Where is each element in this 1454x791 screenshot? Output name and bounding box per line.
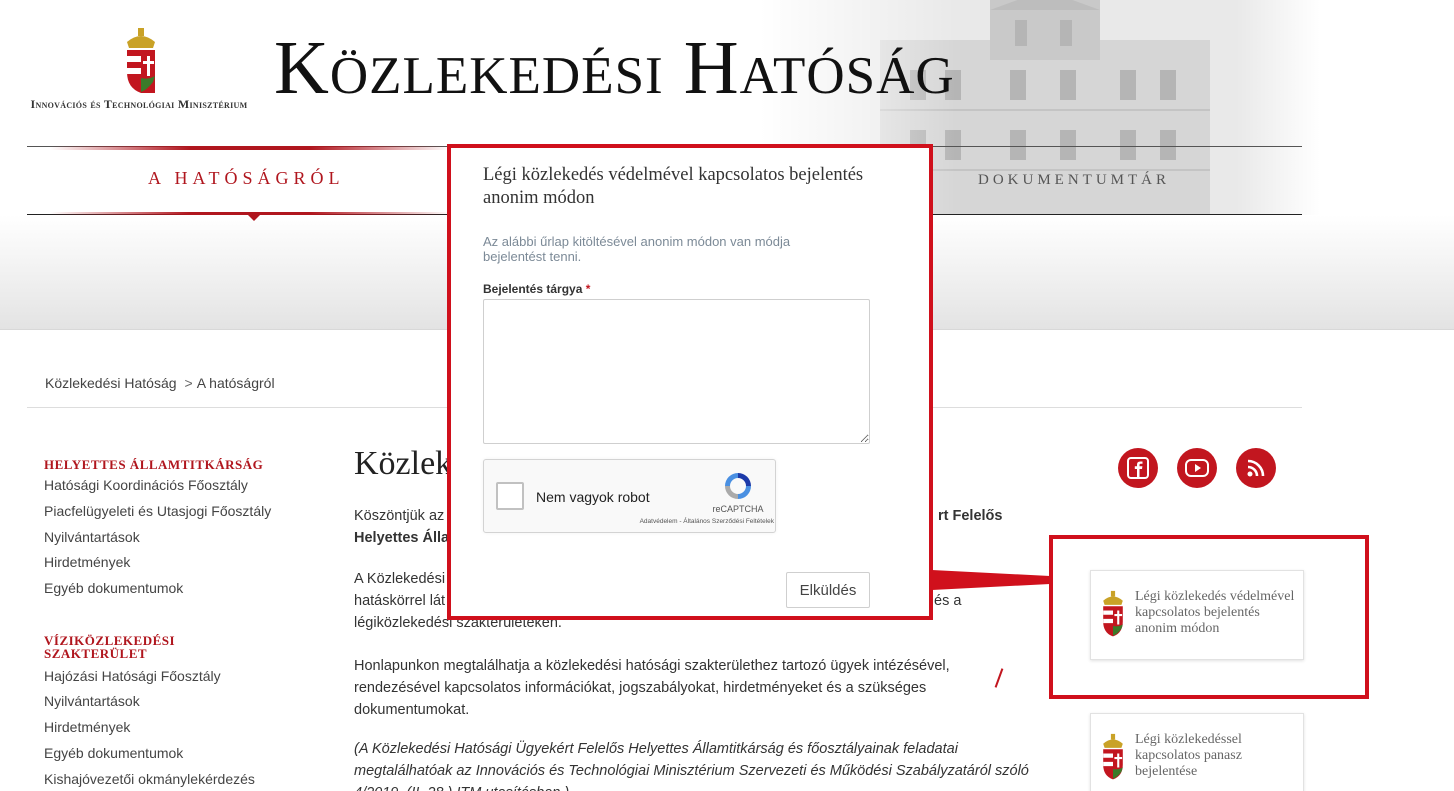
modal-title: Légi közlekedés védelmével kapcsolatos b… <box>483 165 864 208</box>
breadcrumb: Közlekedési Hatóság > A hatóságról <box>45 375 275 391</box>
intro-text: Köszöntjük az <box>354 508 445 524</box>
recaptcha-checkbox[interactable] <box>496 482 524 510</box>
facebook-icon <box>1127 457 1149 479</box>
required-marker: * <box>585 282 591 296</box>
breadcrumb-current: A hatóságról <box>196 375 275 391</box>
rss-button[interactable] <box>1236 448 1276 488</box>
card-label: Légi közlekedéssel kapcsolatos panasz be… <box>1135 732 1242 779</box>
decorative-mark <box>994 668 1004 688</box>
page-title: Közlek <box>354 445 453 482</box>
recaptcha-brand: reCAPTCHA <box>712 504 764 514</box>
recaptcha-widget: Nem vagyok robot reCAPTCHA Adatvédelem -… <box>483 459 776 533</box>
anonymous-report-modal: Légi közlekedés védelmével kapcsolatos b… <box>447 144 933 620</box>
card-label: Légi közlekedés védelmével kapcsolatos b… <box>1135 589 1295 636</box>
recaptcha-terms-links[interactable]: Adatvédelem - Általános Szerződési Felté… <box>594 518 774 525</box>
sidebar-heading-vizikozlekedesi[interactable]: VÍZIKÖZLEKEDÉSI SZAKTERÜLET <box>44 634 204 660</box>
sidebar-heading-helyettes[interactable]: HELYETTES ÁLLAMTITKÁRSÁG <box>44 458 284 471</box>
coat-of-arms-icon <box>1103 590 1123 637</box>
sidebar-link[interactable]: Egyéb dokumentumok <box>44 745 183 761</box>
body-text: és a <box>934 593 962 609</box>
nav-active-notch <box>246 213 262 221</box>
sidebar-link[interactable]: Hirdetmények <box>44 554 130 570</box>
body-text: hatáskörrel lát <box>354 593 446 609</box>
sidebar-link[interactable]: Hatósági Koordinációs Főosztály <box>44 477 248 493</box>
submit-button[interactable]: Elküldés <box>786 572 870 608</box>
nav-active-indicator-top <box>50 146 450 150</box>
sidebar-link[interactable]: Nyilvántartások <box>44 693 140 709</box>
subject-textarea[interactable] <box>483 299 870 444</box>
ministry-name: Innovációs és Technológiai Minisztérium <box>30 97 248 111</box>
coat-of-arms-icon <box>1103 733 1123 780</box>
sidebar-link[interactable]: Kishajóvezetői okmánylekérdezés <box>44 771 255 787</box>
sidebar-link[interactable]: Hirdetmények <box>44 719 130 735</box>
sidebar-link[interactable]: Hajózási Hatósági Főosztály <box>44 668 221 684</box>
subject-label-text: Bejelentés tárgya <box>483 282 583 296</box>
intro-text-bold: Helyettes Álla <box>354 530 450 546</box>
recaptcha-label: Nem vagyok robot <box>536 489 650 505</box>
nav-item-hatosagrol[interactable]: A HATÓSÁGRÓL <box>148 168 345 189</box>
youtube-button[interactable] <box>1177 448 1217 488</box>
sidebar-link[interactable]: Nyilvántartások <box>44 529 140 545</box>
coat-of-arms-icon <box>127 28 155 93</box>
modal-description: Az alábbi űrlap kitöltésével anonim módo… <box>483 234 791 264</box>
sidebar-link[interactable]: Piacfelügyeleti és Utasjogi Főosztály <box>44 503 271 519</box>
breadcrumb-home[interactable]: Közlekedési Hatóság <box>45 375 177 391</box>
subject-field-label: Bejelentés tárgya * <box>483 282 590 296</box>
rss-icon <box>1247 459 1265 477</box>
recaptcha-logo-icon <box>725 473 751 499</box>
intro-text-bold: rt Felelős <box>938 508 1003 524</box>
sidebar-link[interactable]: Egyéb dokumentumok <box>44 580 183 596</box>
card-anonymous-report[interactable]: Légi közlekedés védelmével kapcsolatos b… <box>1090 570 1304 660</box>
facebook-button[interactable] <box>1118 448 1158 488</box>
body-text: A Közlekedési <box>354 571 446 587</box>
site-title[interactable]: Közlekedési Hatóság <box>274 22 955 114</box>
breadcrumb-separator: > <box>184 375 193 391</box>
body-paragraph: Honlapunkon megtalálhatja a közlekedési … <box>354 658 950 718</box>
card-complaint-report[interactable]: Légi közlekedéssel kapcsolatos panasz be… <box>1090 713 1304 791</box>
youtube-icon <box>1185 459 1209 477</box>
highlight-connector-arrow <box>932 570 1050 590</box>
body-paragraph-italic: (A Közlekedési Hatósági Ügyekért Felelős… <box>354 741 1029 791</box>
nav-item-dokumentumtar[interactable]: DOKUMENTUMTÁR <box>978 172 1170 189</box>
